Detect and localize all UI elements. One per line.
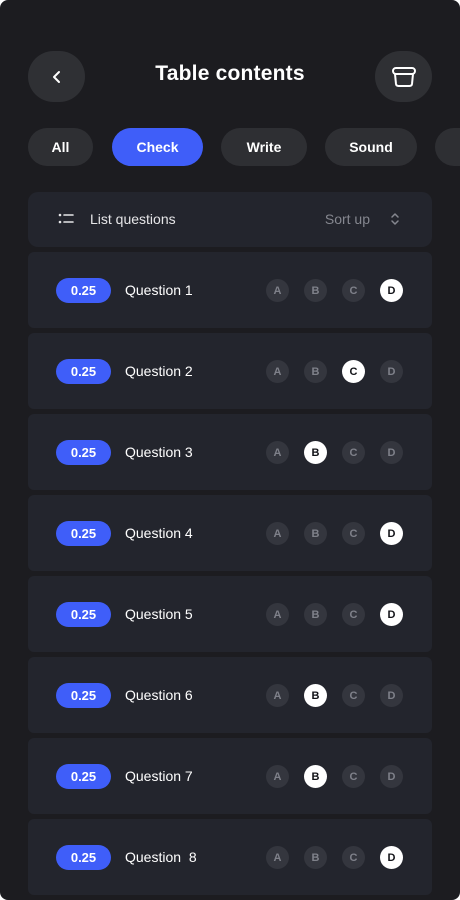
- option-a-button[interactable]: A: [266, 441, 289, 464]
- option-d-button[interactable]: D: [380, 279, 403, 302]
- question-row[interactable]: 0.25 Question 8 ABCD: [28, 819, 432, 895]
- option-c-button[interactable]: C: [342, 603, 365, 626]
- tab-all[interactable]: All: [28, 128, 93, 166]
- question-row[interactable]: 0.25 Question 6 ABCD: [28, 657, 432, 733]
- tab-sound[interactable]: Sound: [325, 128, 417, 166]
- option-d-button[interactable]: D: [380, 441, 403, 464]
- list-questions-label: List questions: [90, 211, 176, 227]
- list-icon: [58, 213, 74, 224]
- screen: Table contents All Check Write Sound Lis…: [0, 0, 460, 900]
- question-label: Question 7: [125, 768, 193, 784]
- option-b-button[interactable]: B: [304, 765, 327, 788]
- option-b-button[interactable]: B: [304, 522, 327, 545]
- option-a-button[interactable]: A: [266, 522, 289, 545]
- basket-icon: [391, 66, 416, 87]
- list-header: List questions Sort up: [28, 192, 432, 247]
- question-row[interactable]: 0.25 Question 1 ABCD: [28, 252, 432, 328]
- option-d-button[interactable]: D: [380, 684, 403, 707]
- question-row[interactable]: 0.25 Question 4 ABCD: [28, 495, 432, 571]
- score-badge: 0.25: [56, 440, 111, 465]
- option-b-button[interactable]: B: [304, 441, 327, 464]
- question-label: Question 4: [125, 525, 193, 541]
- filter-tabs: All Check Write Sound: [0, 128, 460, 166]
- question-label: Question 2: [125, 363, 193, 379]
- question-label: Question 1: [125, 282, 193, 298]
- tab-more[interactable]: [435, 128, 460, 166]
- option-a-button[interactable]: A: [266, 765, 289, 788]
- option-d-button[interactable]: D: [380, 846, 403, 869]
- option-b-button[interactable]: B: [304, 279, 327, 302]
- option-c-button[interactable]: C: [342, 522, 365, 545]
- option-d-button[interactable]: D: [380, 765, 403, 788]
- option-a-button[interactable]: A: [266, 603, 289, 626]
- question-row[interactable]: 0.25 Question 5 ABCD: [28, 576, 432, 652]
- option-a-button[interactable]: A: [266, 279, 289, 302]
- option-b-button[interactable]: B: [304, 603, 327, 626]
- score-badge: 0.25: [56, 602, 111, 627]
- option-d-button[interactable]: D: [380, 603, 403, 626]
- option-c-button[interactable]: C: [342, 765, 365, 788]
- score-badge: 0.25: [56, 521, 111, 546]
- question-label: Question 5: [125, 606, 193, 622]
- basket-button[interactable]: [375, 51, 432, 102]
- score-badge: 0.25: [56, 278, 111, 303]
- option-a-button[interactable]: A: [266, 360, 289, 383]
- score-badge: 0.25: [56, 764, 111, 789]
- option-a-button[interactable]: A: [266, 846, 289, 869]
- tab-write[interactable]: Write: [221, 128, 307, 166]
- option-c-button[interactable]: C: [342, 684, 365, 707]
- question-row[interactable]: 0.25 Question 7 ABCD: [28, 738, 432, 814]
- option-b-button[interactable]: B: [304, 684, 327, 707]
- sort-icon[interactable]: [390, 211, 400, 227]
- score-badge: 0.25: [56, 845, 111, 870]
- option-d-button[interactable]: D: [380, 360, 403, 383]
- score-badge: 0.25: [56, 359, 111, 384]
- option-c-button[interactable]: C: [342, 360, 365, 383]
- option-c-button[interactable]: C: [342, 846, 365, 869]
- option-c-button[interactable]: C: [342, 279, 365, 302]
- tab-check[interactable]: Check: [112, 128, 203, 166]
- option-c-button[interactable]: C: [342, 441, 365, 464]
- score-badge: 0.25: [56, 683, 111, 708]
- option-b-button[interactable]: B: [304, 846, 327, 869]
- option-a-button[interactable]: A: [266, 684, 289, 707]
- question-label: Question 6: [125, 687, 193, 703]
- question-row[interactable]: 0.25 Question 2 ABCD: [28, 333, 432, 409]
- question-label: Question 8: [125, 849, 197, 865]
- question-list: 0.25 Question 1 A B C D 0.25 Question 2 A B C D 0.25…: [28, 252, 432, 900]
- sort-label[interactable]: Sort up: [325, 211, 370, 227]
- question-row[interactable]: 0.25 Question 3 ABCD: [28, 414, 432, 490]
- option-b-button[interactable]: B: [304, 360, 327, 383]
- question-label: Question 3: [125, 444, 193, 460]
- option-d-button[interactable]: D: [380, 522, 403, 545]
